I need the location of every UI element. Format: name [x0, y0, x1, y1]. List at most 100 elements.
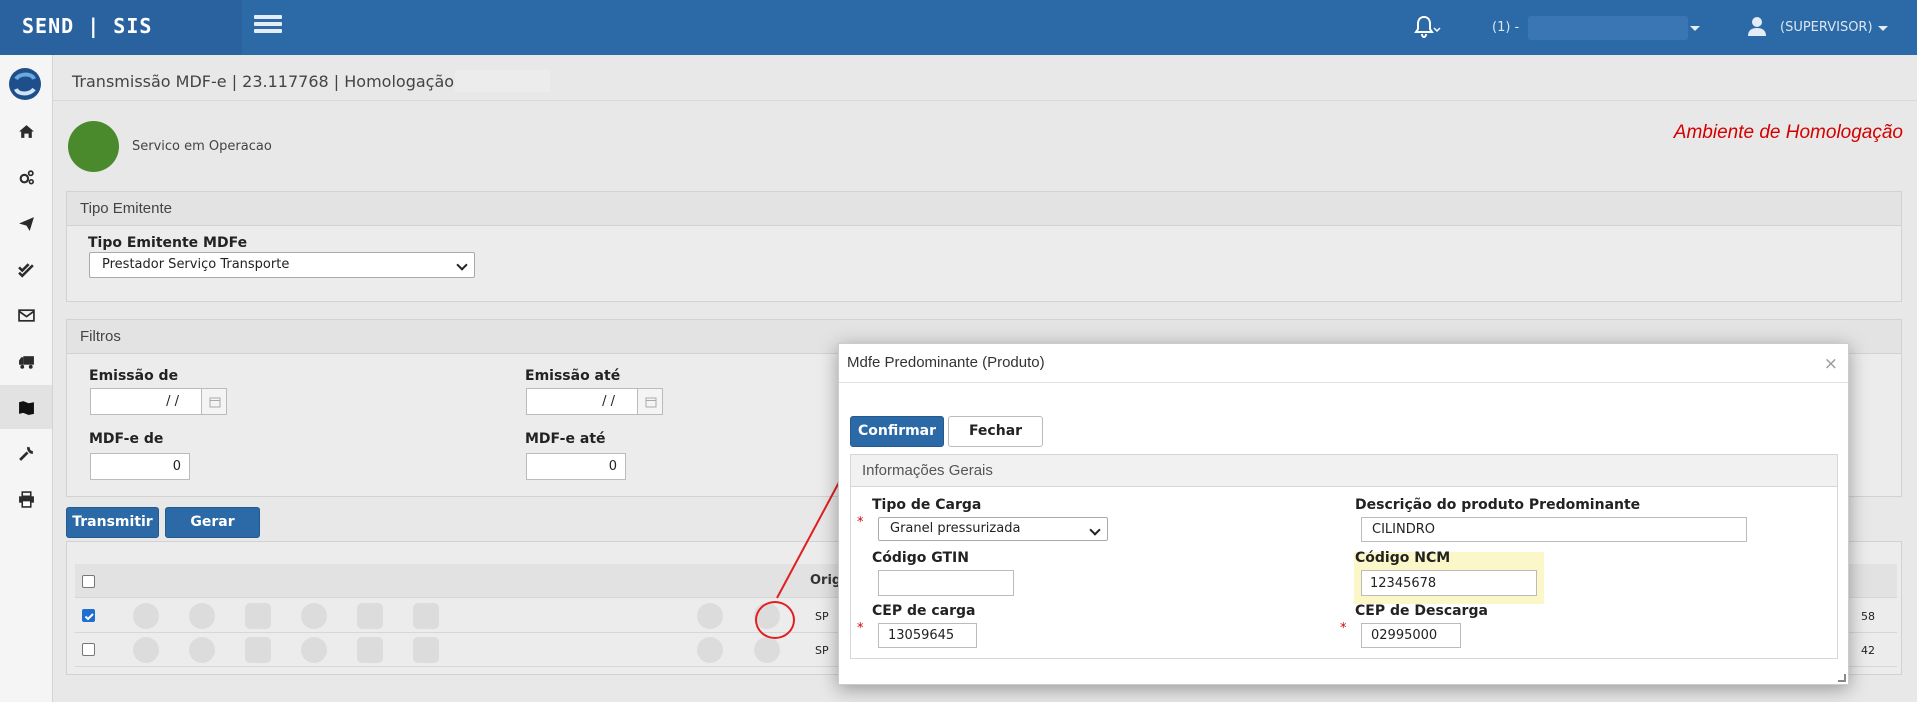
clock-icon[interactable]: [189, 637, 215, 663]
tipo-carga-value: Granel pressurizada: [890, 521, 1021, 536]
tipo-carga-label: Tipo de Carga: [872, 497, 982, 513]
service-status-indicator: [68, 121, 119, 172]
company-name-redacted[interactable]: [1528, 16, 1688, 40]
tipo-emitente-label: Tipo Emitente MDFe: [88, 235, 248, 251]
codigo-ncm-label: Código NCM: [1355, 550, 1451, 566]
cep-descarga-value: 02995000: [1371, 628, 1438, 643]
search-icon[interactable]: [133, 637, 159, 663]
row-checkbox[interactable]: [82, 643, 95, 656]
map-icon: [18, 400, 34, 415]
mdfe-ate-input[interactable]: 0: [526, 453, 626, 480]
service-status-text: Servico em Operacao: [132, 139, 272, 154]
sidebar-item-mail[interactable]: [0, 293, 52, 337]
emissao-ate-calendar-button[interactable]: [637, 388, 663, 415]
map-icon[interactable]: [357, 603, 383, 629]
sidebar: [0, 55, 53, 702]
truck-icon: [18, 355, 34, 369]
pdf-icon[interactable]: [245, 603, 271, 629]
header-divider: [53, 100, 1917, 101]
origin-column-header: Orig: [810, 573, 842, 588]
descricao-produto-input[interactable]: CILINDRO: [1361, 517, 1747, 542]
hamburger-menu-icon[interactable]: [254, 15, 282, 37]
breadcrumb: Transmissão MDF-e | 23.117768 | Homologa…: [72, 72, 465, 91]
row-checkbox[interactable]: [82, 609, 95, 622]
copy-icon[interactable]: [413, 637, 439, 663]
print-icon: [18, 490, 34, 508]
dollar-icon[interactable]: [697, 637, 723, 663]
mdfe-ate-label: MDF-e até: [525, 431, 606, 447]
confirmar-button[interactable]: Confirmar: [850, 416, 944, 447]
sidebar-item-send[interactable]: [0, 201, 52, 245]
dollar-icon[interactable]: [697, 603, 723, 629]
bell-icon[interactable]: [1412, 14, 1442, 40]
environment-label: Ambiente de Homologação: [1673, 122, 1903, 143]
cep-carga-input[interactable]: 13059645: [878, 623, 977, 648]
emissao-de-calendar-button[interactable]: [201, 388, 227, 415]
codigo-ncm-value: 12345678: [1370, 576, 1437, 591]
app-logo-icon[interactable]: [8, 67, 42, 101]
fechar-button[interactable]: Fechar: [948, 416, 1043, 447]
cep-descarga-label: CEP de Descarga: [1355, 603, 1488, 619]
codigo-ncm-input[interactable]: 12345678: [1361, 570, 1537, 596]
double-check-icon: [17, 262, 34, 278]
clock-icon[interactable]: [189, 603, 215, 629]
cancel-icon[interactable]: [301, 603, 327, 629]
mdfe-de-label: MDF-e de: [89, 431, 164, 447]
required-mark: *: [857, 621, 864, 636]
select-all-checkbox[interactable]: [82, 575, 95, 588]
top-navbar: SEND | SIS (1) - (SUPERVISOR): [0, 0, 1917, 55]
tipo-emitente-select[interactable]: Prestador Serviço Transporte: [89, 252, 475, 278]
emissao-ate-value: / /: [602, 394, 615, 409]
emissao-de-input[interactable]: / /: [90, 388, 202, 415]
sidebar-item-config[interactable]: [0, 155, 52, 199]
user-name[interactable]: (SUPERVISOR): [1780, 20, 1873, 35]
codigo-gtin-input[interactable]: [878, 570, 1014, 596]
search-icon[interactable]: [133, 603, 159, 629]
cep-carga-label: CEP de carga: [872, 603, 976, 619]
cep-descarga-input[interactable]: 02995000: [1361, 623, 1461, 648]
descricao-produto-value: CILINDRO: [1372, 522, 1435, 537]
row-tail-value: 58: [1861, 610, 1875, 623]
emissao-ate-label: Emissão até: [525, 368, 621, 384]
close-icon[interactable]: ×: [1824, 354, 1838, 374]
mdfe-predominante-modal: Mdfe Predominante (Produto) × Confirmar …: [838, 343, 1849, 685]
sidebar-item-validate[interactable]: [0, 247, 52, 291]
panel-title: Tipo Emitente: [67, 192, 1901, 226]
cancel-icon[interactable]: [301, 637, 327, 663]
map-icon[interactable]: [357, 637, 383, 663]
tipo-emitente-value: Prestador Serviço Transporte: [102, 257, 290, 272]
sidebar-item-mdfe[interactable]: [0, 385, 52, 429]
pdf-icon[interactable]: [245, 637, 271, 663]
mdfe-de-input[interactable]: 0: [90, 453, 190, 480]
descricao-produto-label: Descrição do produto Predominante: [1355, 497, 1641, 513]
row-uf: SP: [815, 610, 829, 623]
check-icon: [84, 613, 94, 621]
modal-resize-handle[interactable]: [1838, 674, 1846, 682]
tipo-carga-select[interactable]: Granel pressurizada: [878, 517, 1108, 541]
required-mark: *: [1340, 621, 1347, 636]
sidebar-item-transport[interactable]: [0, 339, 52, 383]
gerar-button[interactable]: Gerar: [165, 507, 260, 538]
annotation-highlight-circle: [755, 601, 795, 639]
sidebar-item-print[interactable]: [0, 477, 52, 521]
emissao-ate-input[interactable]: / /: [526, 388, 638, 415]
sidebar-item-home[interactable]: [0, 109, 52, 153]
transmitir-button[interactable]: Transmitir: [66, 507, 159, 538]
envelope-icon: [17, 308, 35, 322]
section-title: Informações Gerais: [851, 455, 1837, 487]
mdfe-de-value: 0: [172, 459, 181, 474]
company-caret-icon[interactable]: [1690, 26, 1700, 31]
company-prefix[interactable]: (1) -: [1492, 20, 1519, 35]
breadcrumb-redacted: [455, 70, 550, 92]
brand-logo[interactable]: SEND | SIS: [0, 0, 242, 55]
cep-carga-value: 13059645: [888, 628, 955, 643]
copy-icon[interactable]: [413, 603, 439, 629]
required-mark: *: [857, 515, 864, 530]
basket-icon[interactable]: [754, 637, 780, 663]
row-uf: SP: [815, 644, 829, 657]
user-caret-icon[interactable]: [1878, 26, 1888, 31]
tipo-emitente-panel: Tipo Emitente Tipo Emitente MDFe Prestad…: [66, 191, 1902, 302]
sidebar-item-tools[interactable]: [0, 431, 52, 475]
calendar-icon: [209, 397, 221, 408]
user-icon[interactable]: [1748, 16, 1766, 36]
